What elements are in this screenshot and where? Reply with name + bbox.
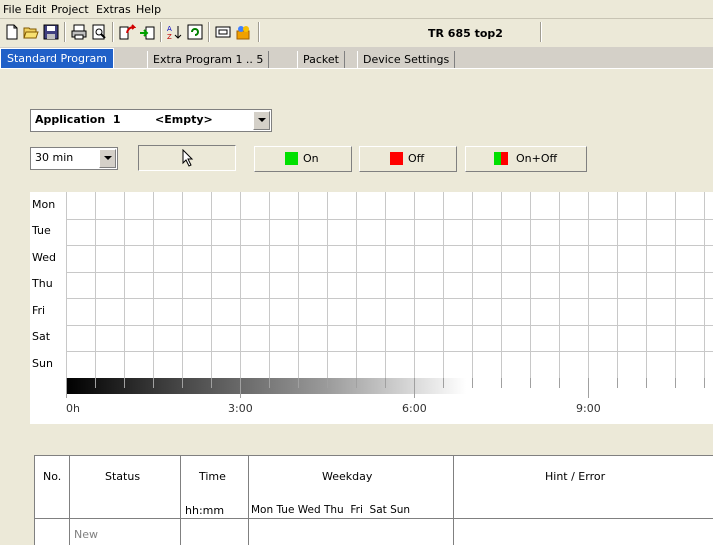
menu-bar: File Edit Project Extras Help	[0, 0, 713, 19]
table-row-status-new[interactable]: New	[74, 528, 98, 541]
day-label-sun: Sun	[32, 357, 53, 370]
toolbar-separator	[64, 22, 66, 42]
column-divider	[180, 456, 181, 545]
menu-file[interactable]: File	[3, 3, 21, 16]
interval-value: 30 min	[35, 151, 74, 164]
tab-strip: Standard Program Extra Program 1 .. 5 Pa…	[0, 47, 713, 69]
header-time: Time	[199, 470, 226, 483]
menu-help[interactable]: Help	[136, 3, 161, 16]
off-half-swatch	[501, 152, 508, 165]
schedule-grid[interactable]	[66, 192, 713, 378]
menu-extras[interactable]: Extras	[96, 3, 131, 16]
on-half-swatch	[494, 152, 501, 165]
header-hint: Hint / Error	[545, 470, 606, 483]
device-title: TR 685 top2	[428, 27, 503, 40]
program-table: No. Status Time hh:mm Weekday Mon Tue We…	[34, 455, 713, 545]
column-divider	[453, 456, 454, 545]
print-icon[interactable]	[70, 23, 88, 41]
new-icon[interactable]	[3, 23, 21, 41]
upload-icon[interactable]	[118, 23, 136, 41]
header-status: Status	[105, 470, 141, 483]
row-divider	[35, 518, 713, 519]
on-button[interactable]: On	[254, 146, 352, 172]
on-off-label: On+Off	[516, 152, 558, 165]
toolbar-separator	[160, 22, 162, 42]
off-button[interactable]: Off	[359, 146, 457, 172]
tab-extra-program[interactable]: Extra Program 1 .. 5	[147, 51, 270, 68]
tab-standard-program[interactable]: Standard Program	[0, 48, 114, 69]
interval-select[interactable]: 30 min	[30, 147, 118, 170]
on-off-button[interactable]: On+Off	[465, 146, 587, 172]
toolbar: AZ TR 685 top2	[0, 19, 713, 48]
application-select[interactable]: Application 1 <Empty>	[30, 109, 272, 132]
header-weekday-days: Mon Tue Wed Thu Fri Sat Sun	[251, 504, 411, 516]
chevron-down-icon[interactable]	[253, 111, 270, 130]
off-label: Off	[408, 152, 425, 165]
toolbar-separator	[258, 22, 260, 42]
header-no: No.	[43, 470, 62, 483]
week-schedule[interactable]: Mon Tue Wed Thu Fri Sat Sun 0h 3:00 6:00…	[30, 192, 713, 424]
time-label-9: 9:00	[576, 402, 601, 415]
on-label: On	[303, 152, 319, 165]
users-icon[interactable]	[234, 23, 252, 41]
menu-edit[interactable]: Edit	[25, 3, 46, 16]
day-label-fri: Fri	[32, 304, 46, 317]
application-label: Application 1	[35, 113, 121, 126]
day-label-sat: Sat	[32, 330, 51, 343]
column-divider	[69, 456, 70, 545]
day-label-wed: Wed	[32, 251, 56, 264]
svg-text:Z: Z	[167, 33, 172, 41]
device-icon[interactable]	[214, 23, 232, 41]
toolbar-separator	[208, 22, 210, 42]
refresh-icon[interactable]	[186, 23, 204, 41]
column-divider	[248, 456, 249, 545]
day-label-tue: Tue	[32, 224, 51, 237]
chevron-down-icon[interactable]	[99, 149, 116, 168]
day-label-mon: Mon	[32, 198, 56, 211]
menu-project[interactable]: Project	[51, 3, 89, 16]
time-axis: 0h 3:00 6:00 9:00	[66, 378, 713, 424]
pointer-tool-button[interactable]	[138, 145, 236, 171]
download-icon[interactable]	[138, 23, 156, 41]
time-label-6: 6:00	[402, 402, 427, 415]
preview-icon[interactable]	[90, 23, 108, 41]
time-ticks	[66, 378, 705, 398]
cursor-icon	[182, 149, 194, 167]
day-label-thu: Thu	[32, 277, 53, 290]
toolbar-separator	[540, 22, 542, 42]
save-icon[interactable]	[42, 23, 60, 41]
open-icon[interactable]	[22, 23, 40, 41]
toolbar-separator	[112, 22, 114, 42]
tab-device-settings[interactable]: Device Settings	[357, 51, 456, 68]
header-weekday: Weekday	[322, 470, 373, 483]
time-label-3: 3:00	[228, 402, 253, 415]
sort-icon[interactable]: AZ	[166, 23, 184, 41]
on-swatch	[285, 152, 298, 165]
svg-text:A: A	[167, 25, 172, 33]
off-swatch	[390, 152, 403, 165]
header-time-unit: hh:mm	[185, 504, 225, 517]
application-value: <Empty>	[155, 113, 213, 126]
tab-packet[interactable]: Packet	[297, 51, 345, 68]
time-label-0: 0h	[66, 402, 80, 415]
